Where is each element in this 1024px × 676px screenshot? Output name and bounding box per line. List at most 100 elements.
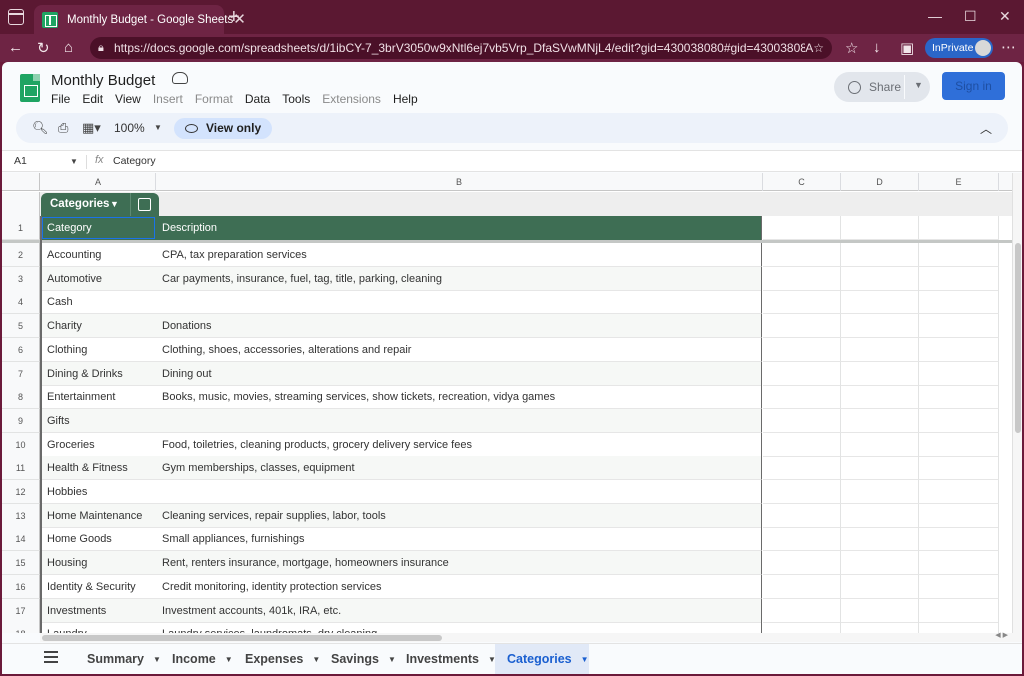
category-cell[interactable]: Health & Fitness <box>41 456 156 481</box>
cell[interactable] <box>841 243 919 267</box>
sheet-tab-expenses[interactable]: Expenses ▼ <box>233 644 320 674</box>
row-number[interactable]: 1 <box>2 216 40 240</box>
header-cell-description[interactable]: Description <box>156 216 762 240</box>
cell[interactable] <box>919 527 999 552</box>
sheet-tab-menu-icon[interactable]: ▼ <box>225 655 233 664</box>
category-cell[interactable]: Clothing <box>41 338 156 362</box>
table-view-icon[interactable] <box>138 198 151 211</box>
cell[interactable] <box>841 337 919 362</box>
cell[interactable] <box>841 622 919 633</box>
category-cell[interactable]: Housing <box>41 551 156 576</box>
cell[interactable] <box>919 622 999 633</box>
row-number[interactable]: 4 <box>2 290 40 315</box>
menu-data[interactable]: Data <box>245 92 270 106</box>
category-cell[interactable]: Dining & Drinks <box>41 361 156 386</box>
description-cell[interactable] <box>156 408 762 433</box>
menu-view[interactable]: View <box>115 92 141 106</box>
description-cell[interactable]: Laundry services, laundromats, dry clean… <box>156 622 762 633</box>
menu-file[interactable]: File <box>51 92 70 106</box>
sheets-logo-icon[interactable] <box>20 74 40 102</box>
print-icon[interactable]: ⎙ <box>58 120 68 136</box>
cell[interactable] <box>919 266 999 291</box>
search-icon[interactable]: 🔍︎ <box>32 120 49 136</box>
formula-input[interactable]: Category <box>113 155 156 167</box>
cell[interactable] <box>763 266 841 291</box>
cell[interactable] <box>763 385 841 410</box>
name-box-dropdown-icon[interactable]: ▼ <box>70 157 78 166</box>
menu-tools[interactable]: Tools <box>282 92 310 106</box>
cell[interactable] <box>763 243 841 267</box>
cell[interactable] <box>763 574 841 599</box>
cell[interactable] <box>841 408 919 433</box>
spreadsheet-grid[interactable]: A B C D E Categories ▼ 1 Category Descri… <box>2 173 1022 633</box>
cell[interactable] <box>919 216 999 240</box>
cell[interactable] <box>841 290 919 315</box>
description-cell[interactable]: Small appliances, furnishings <box>156 527 762 552</box>
column-header-e[interactable]: E <box>919 173 999 191</box>
cell[interactable] <box>763 361 841 386</box>
cell[interactable] <box>763 527 841 552</box>
category-cell[interactable]: Hobbies <box>41 480 156 504</box>
row-number[interactable]: 13 <box>2 503 40 528</box>
lock-icon[interactable]: 🔒︎ <box>98 42 114 55</box>
browser-menu-icon[interactable]: ⋯ <box>1001 38 1016 56</box>
cell[interactable] <box>841 361 919 386</box>
category-cell[interactable]: Home Maintenance <box>41 503 156 528</box>
description-cell[interactable] <box>156 480 762 504</box>
maximize-icon[interactable]: ☐ <box>964 8 977 25</box>
cell[interactable] <box>841 574 919 599</box>
description-cell[interactable]: Rent, renters insurance, mortgage, homeo… <box>156 551 762 576</box>
vertical-scrollbar[interactable] <box>1012 173 1022 633</box>
document-title[interactable]: Monthly Budget <box>51 72 155 89</box>
zoom-select[interactable]: 100% <box>114 121 145 135</box>
cell[interactable] <box>841 480 919 504</box>
menu-help[interactable]: Help <box>393 92 418 106</box>
horizontal-scroll-thumb[interactable] <box>42 634 442 641</box>
category-cell[interactable]: Identity & Security <box>41 575 156 599</box>
table-name-chip[interactable]: Categories ▼ <box>41 193 159 216</box>
cell[interactable] <box>763 314 841 339</box>
cell[interactable] <box>763 598 841 623</box>
select-all-corner[interactable] <box>2 173 40 191</box>
cell[interactable] <box>919 456 999 481</box>
cell[interactable] <box>919 480 999 504</box>
row-number[interactable]: 15 <box>2 551 40 576</box>
cell[interactable] <box>919 551 999 576</box>
extensions-icon[interactable]: ▣ <box>900 39 914 57</box>
share-dropdown-icon[interactable]: ▼ <box>914 80 923 90</box>
row-number[interactable]: 3 <box>2 266 40 291</box>
cell[interactable] <box>763 290 841 315</box>
header-cell-category[interactable]: Category <box>41 216 156 240</box>
row-number[interactable]: 14 <box>2 527 40 552</box>
cell[interactable] <box>919 314 999 339</box>
category-cell[interactable]: Gifts <box>41 408 156 433</box>
cell[interactable] <box>919 361 999 386</box>
cell[interactable] <box>841 598 919 623</box>
filter-view-icon[interactable]: ▦▾ <box>82 120 101 136</box>
close-window-icon[interactable]: ✕ <box>999 8 1011 25</box>
category-cell[interactable]: Home Goods <box>41 527 156 552</box>
column-header-d[interactable]: D <box>841 173 919 191</box>
row-number[interactable]: 2 <box>2 243 40 267</box>
cell[interactable] <box>841 527 919 552</box>
sheet-tab-savings[interactable]: Savings ▼ <box>319 644 396 674</box>
menu-edit[interactable]: Edit <box>82 92 103 106</box>
cell[interactable] <box>919 337 999 362</box>
sheet-tab-summary[interactable]: Summary ▼ <box>75 644 161 674</box>
cell[interactable] <box>841 551 919 576</box>
menu-insert[interactable]: Insert <box>153 92 183 106</box>
category-cell[interactable]: Accounting <box>41 243 156 267</box>
row-number[interactable]: 6 <box>2 337 40 362</box>
cell[interactable] <box>763 337 841 362</box>
cell[interactable] <box>841 503 919 528</box>
description-cell[interactable]: Food, toiletries, cleaning products, gro… <box>156 432 762 457</box>
cell[interactable] <box>763 622 841 633</box>
cell[interactable] <box>919 290 999 315</box>
scroll-arrows-icon[interactable]: ◀ ▶ <box>995 631 1008 639</box>
new-tab-icon[interactable]: + <box>228 6 240 29</box>
cell[interactable] <box>841 314 919 339</box>
description-cell[interactable]: Credit monitoring, identity protection s… <box>156 574 762 599</box>
back-icon[interactable]: ← <box>8 39 23 56</box>
tab-actions-icon[interactable] <box>8 9 24 25</box>
refresh-icon[interactable]: ↻ <box>37 39 50 57</box>
